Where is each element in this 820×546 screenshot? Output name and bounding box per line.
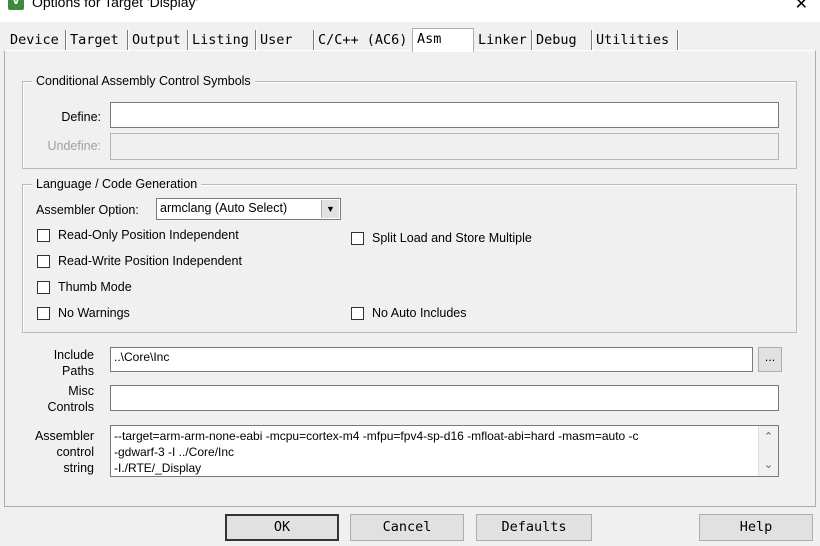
tab-debug[interactable]: Debug	[532, 30, 592, 51]
tab-device[interactable]: Device	[6, 30, 66, 51]
checkbox-box[interactable]	[37, 255, 50, 268]
tab-output[interactable]: Output	[128, 30, 188, 51]
checkbox-box[interactable]	[351, 307, 364, 320]
browse-include-paths-button[interactable]: ...	[758, 347, 782, 372]
ok-button[interactable]: OK	[225, 514, 339, 541]
define-input[interactable]	[110, 102, 779, 128]
tab-utilities[interactable]: Utilities	[592, 30, 678, 51]
control-string-label-line2: control	[56, 445, 94, 459]
assembler-control-string-textarea[interactable]: --target=arm-arm-none-eabi -mcpu=cortex-…	[110, 425, 779, 477]
tab-listing[interactable]: Listing	[188, 30, 256, 51]
tab-asm[interactable]: Asm	[412, 28, 474, 52]
scroll-up-icon[interactable]: ⌃	[759, 429, 778, 445]
control-string-label-line3: string	[63, 461, 94, 475]
language-codegen-group: Language / Code Generation Assembler Opt…	[22, 176, 797, 333]
split-load-store-label: Split Load and Store Multiple	[372, 231, 532, 245]
thumb-mode-label: Thumb Mode	[58, 280, 132, 294]
control-string-line: -gdwarf-3 -I ../Core/Inc	[114, 445, 235, 459]
cancel-button[interactable]: Cancel	[350, 514, 464, 541]
no-auto-includes-label: No Auto Includes	[372, 306, 467, 320]
checkbox-box[interactable]	[37, 281, 50, 294]
asm-options-panel: Conditional Assembly Control Symbols Def…	[4, 50, 816, 507]
chevron-down-icon[interactable]: ▼	[321, 200, 339, 218]
undefine-label: Undefine:	[47, 139, 101, 153]
control-string-line: --target=arm-arm-none-eabi -mcpu=cortex-…	[114, 429, 639, 443]
ropi-label: Read-Only Position Independent	[58, 228, 239, 242]
assembler-option-value: armclang (Auto Select)	[160, 201, 288, 215]
checkbox-box[interactable]	[37, 229, 50, 242]
tab-linker[interactable]: Linker	[474, 30, 532, 51]
group-title: Conditional Assembly Control Symbols	[32, 73, 255, 89]
misc-controls-label-line1: Misc	[68, 384, 94, 398]
include-paths-label-line2: Paths	[62, 364, 94, 378]
tab-user[interactable]: User	[256, 30, 314, 51]
checkbox-box[interactable]	[351, 232, 364, 245]
help-button[interactable]: Help	[699, 514, 813, 541]
define-label: Define:	[61, 110, 101, 124]
no-warnings-label: No Warnings	[58, 306, 130, 320]
assembler-option-select[interactable]: armclang (Auto Select) ▼	[156, 198, 341, 220]
tab-strip: Device Target Output Listing User C/C++ …	[4, 28, 816, 52]
tab-target[interactable]: Target	[66, 30, 128, 51]
defaults-button[interactable]: Defaults	[476, 514, 592, 541]
rwpi-label: Read-Write Position Independent	[58, 254, 242, 268]
include-paths-input[interactable]: ..\Core\Inc	[110, 347, 753, 372]
assembler-option-label: Assembler Option:	[36, 203, 139, 217]
include-paths-label-line1: Include	[53, 348, 94, 362]
conditional-assembly-group: Conditional Assembly Control Symbols Def…	[22, 73, 797, 169]
keil-uvision-icon: V	[8, 0, 24, 10]
control-string-line: -I./RTE/_Display	[114, 461, 202, 475]
group-title: Language / Code Generation	[32, 176, 202, 192]
title-bar: V Options for Target 'Display' ✕	[0, 0, 820, 22]
misc-controls-label-line2: Controls	[47, 400, 94, 414]
window-title: Options for Target 'Display'	[32, 0, 199, 10]
scroll-down-icon[interactable]: ⌄	[759, 457, 778, 473]
undefine-input	[110, 133, 779, 160]
checkbox-box[interactable]	[37, 307, 50, 320]
tab-c-cpp[interactable]: C/C++ (AC6)	[314, 30, 414, 51]
misc-controls-input[interactable]	[110, 385, 779, 411]
close-icon[interactable]: ✕	[795, 0, 808, 13]
control-string-label-line1: Assembler	[34, 429, 94, 443]
vertical-scrollbar[interactable]: ⌃ ⌄	[758, 426, 778, 476]
